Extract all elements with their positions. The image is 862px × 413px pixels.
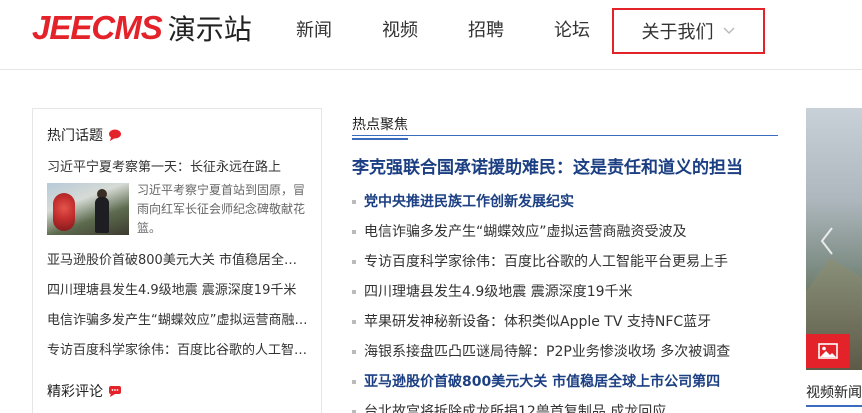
site-logo[interactable]: JEECMS 演示站 — [32, 8, 252, 48]
topic-item[interactable]: 亚马逊股价首破800美元大关 市值稳居全球上市公司第四 — [47, 249, 309, 268]
bullet-dot — [352, 200, 356, 204]
topic-item[interactable]: 专访百度科学家徐伟：百度比谷歌的人工智能平台更易上手 — [47, 339, 309, 358]
news-item-text: 四川理塘县发生4.9级地震 震源深度19千米 — [364, 284, 633, 300]
speech-bubble-icon — [109, 386, 121, 397]
news-item[interactable]: 海银系接盘匹凸匹谜局待解：P2P业务惨淡收场 多次被调查 — [352, 341, 778, 361]
bullet-dot — [352, 260, 356, 264]
nav-video[interactable]: 视频 — [382, 18, 418, 44]
news-item-text: 亚马逊股价首破800美元大关 市值稳居全球上市公司第四 — [364, 374, 721, 390]
news-item[interactable]: 党中央推进民族工作创新发展纪实 — [352, 191, 778, 211]
caption-underline — [806, 405, 862, 407]
arrow-left-icon[interactable] — [820, 226, 834, 256]
focus-heading-bar: 热点聚焦 — [352, 110, 778, 140]
comments-heading: 精彩评论 — [47, 381, 122, 401]
topic-item[interactable]: 四川理塘县发生4.9级地震 震源深度19千米 — [47, 279, 309, 298]
topic-main-link[interactable]: 习近平宁夏考察第一天：长征永远在路上 — [47, 156, 281, 175]
news-item[interactable]: 台北故宫将拆除成龙所捐12兽首复制品 成龙回应 — [352, 401, 778, 413]
bullet-dot — [352, 320, 356, 324]
bullet-dot — [352, 290, 356, 294]
nav-about-us[interactable]: 关于我们 — [612, 8, 765, 54]
nav-forum[interactable]: 论坛 — [554, 18, 590, 44]
hot-topics-heading: 热门话题 — [47, 125, 122, 145]
video-slider-image[interactable] — [806, 108, 862, 370]
comments-title: 精彩评论 — [47, 384, 103, 400]
bullet-dot — [352, 380, 356, 384]
person-shape — [95, 197, 109, 233]
chevron-down-icon — [722, 27, 735, 35]
news-item-text: 专访百度科学家徐伟：百度比谷歌的人工智能平台更易上手 — [364, 254, 728, 270]
site-header: JEECMS 演示站 新闻 视频 招聘 论坛 关于我们 — [0, 0, 862, 70]
news-item[interactable]: 专访百度科学家徐伟：百度比谷歌的人工智能平台更易上手 — [352, 251, 778, 271]
topic-summary: 习近平考察宁夏首站到固原，冒雨向红军长征会师纪念碑敬献花篮。 — [137, 183, 306, 235]
topic-item[interactable]: 电信诈骗多发产生“蝴蝶效应”虚拟运营商融资受波及 — [47, 309, 309, 328]
hot-topics-title: 热门话题 — [47, 128, 103, 144]
focus-heading: 热点聚焦 — [352, 114, 408, 140]
news-item-text: 苹果研发神秘新设备：体积类似Apple TV 支持NFC蓝牙 — [364, 314, 712, 330]
gallery-button[interactable] — [806, 334, 850, 368]
news-item[interactable]: 苹果研发神秘新设备：体积类似Apple TV 支持NFC蓝牙 — [352, 311, 778, 331]
news-item-text: 海银系接盘匹凸匹谜局待解：P2P业务惨淡收场 多次被调查 — [364, 344, 731, 360]
image-icon — [818, 343, 838, 359]
topic-thumbnail[interactable] — [47, 183, 129, 235]
news-item-text: 党中央推进民族工作创新发展纪实 — [364, 194, 574, 210]
news-item-text: 电信诈骗多发产生“蝴蝶效应”虚拟运营商融资受波及 — [364, 224, 687, 240]
nav-jobs[interactable]: 招聘 — [468, 18, 504, 44]
news-item-text: 台北故宫将拆除成龙所捐12兽首复制品 成龙回应 — [364, 404, 667, 413]
hot-topics-panel: 热门话题 习近平宁夏考察第一天：长征永远在路上 习近平考察宁夏首站到固原，冒雨向… — [32, 108, 322, 413]
video-news-caption[interactable]: 视频新闻 — [806, 382, 862, 402]
bullet-dot — [352, 350, 356, 354]
logo-brand: JEECMS — [32, 9, 163, 46]
speech-bubble-icon — [109, 129, 121, 141]
wreath-shape — [53, 193, 75, 231]
nav-about-label: 关于我们 — [641, 22, 714, 43]
nav-news[interactable]: 新闻 — [296, 18, 332, 44]
focus-headline[interactable]: 李克强联合国承诺援助难民：这是责任和道义的担当 — [352, 153, 743, 178]
news-item[interactable]: 四川理塘县发生4.9级地震 震源深度19千米 — [352, 281, 778, 301]
logo-suffix: 演示站 — [167, 13, 252, 46]
bullet-dot — [352, 230, 356, 234]
news-item[interactable]: 电信诈骗多发产生“蝴蝶效应”虚拟运营商融资受波及 — [352, 221, 778, 241]
news-item[interactable]: 亚马逊股价首破800美元大关 市值稳居全球上市公司第四 — [352, 371, 778, 391]
